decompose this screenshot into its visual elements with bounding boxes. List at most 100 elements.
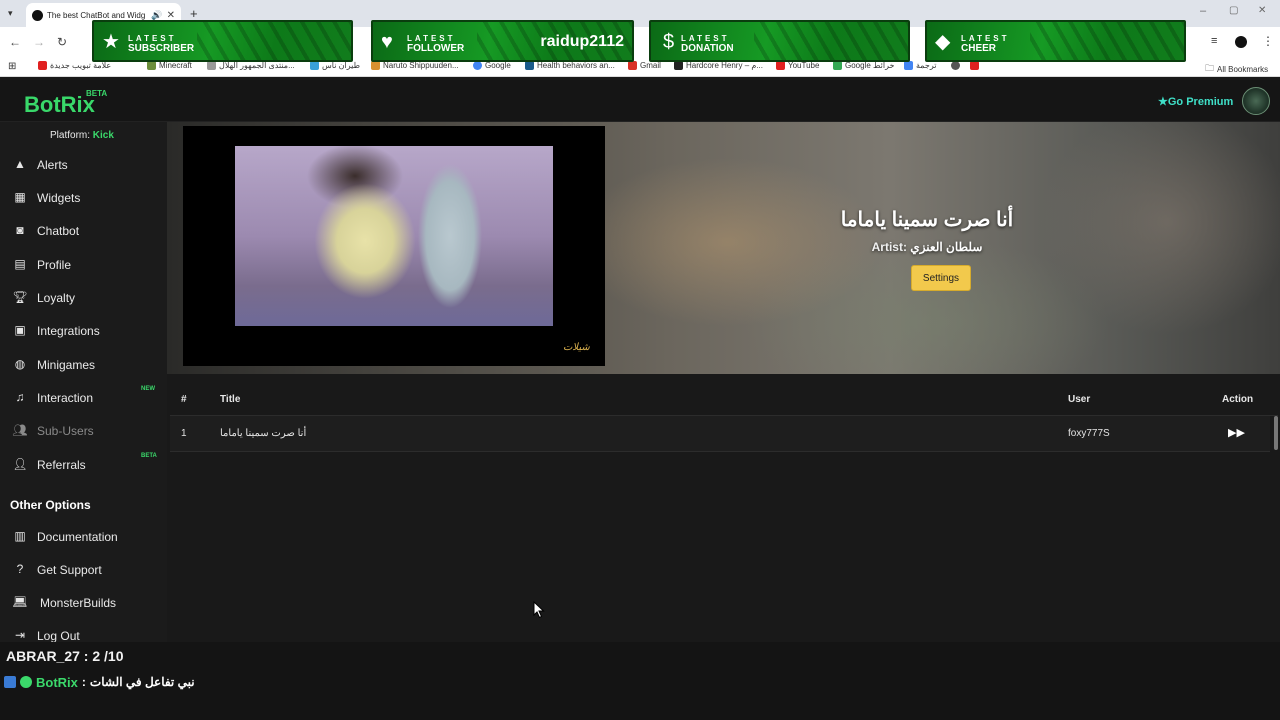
sidebar-item-label: Log Out [37, 629, 80, 643]
sidebar-item-label: Loyalty [37, 291, 76, 305]
youtube-icon[interactable] [970, 61, 979, 70]
video-watermark-logo: شيلات [563, 342, 590, 353]
sidebar-item-label: Widgets [37, 191, 81, 205]
alert-type: FOLLOWER [407, 43, 465, 54]
maximize-icon[interactable]: ▢ [1229, 5, 1238, 16]
integrations-icon: ▣ [14, 323, 26, 337]
latest-donation-alert: $ LATEST DONATION [649, 20, 910, 62]
other-options-heading: Other Options [10, 498, 91, 512]
alert-kicker: LATEST [128, 34, 177, 43]
row-number: 1 [181, 428, 187, 439]
bookmark-item[interactable]: طيران ناس [310, 61, 360, 70]
bookmark-item[interactable]: Google [473, 61, 511, 70]
column-header-title[interactable]: Title [220, 394, 240, 405]
table-row: 1 أنا صرت سمينا ياماما foxy777S ▶▶ [170, 416, 1270, 452]
sidebar-item-minigames[interactable]: ◍ Minigames [0, 349, 167, 379]
song-title: أنا صرت سمينا ياماما [840, 209, 1014, 231]
sidebar-item-documentation[interactable]: ▥ Documentation [0, 521, 167, 551]
bookmark-item[interactable]: Naruto Shippuuden... [371, 61, 459, 70]
chat-counter: ABRAR_27 : 2 /10 [6, 648, 124, 664]
alert-kicker: LATEST [681, 34, 730, 43]
verified-icon [20, 676, 32, 688]
sidebar-item-label: Profile [37, 258, 72, 272]
music-icon: ♫ [15, 390, 25, 404]
bookmark-item[interactable]: ترجمة [904, 61, 937, 70]
bookmark-item[interactable]: Health behaviors an... [525, 61, 615, 70]
audio-icon[interactable]: 🔊 [151, 10, 162, 21]
row-user: foxy777S [1068, 428, 1110, 439]
menu-icon[interactable]: ⋮ [1262, 34, 1274, 48]
sidebar-item-chatbot[interactable]: ◙ Chatbot [0, 215, 167, 245]
kick-icon [4, 676, 16, 688]
book-icon: ▥ [14, 529, 26, 543]
sidebar-item-get-support[interactable]: ? Get Support [0, 554, 167, 584]
close-tab-icon[interactable]: ✕ [167, 10, 175, 21]
diamond-icon: ◆ [935, 31, 951, 53]
dollar-icon: $ [663, 31, 675, 53]
sidebar-item-loyalty[interactable]: 🏆︎ Loyalty [0, 282, 167, 312]
sidebar-item-profile[interactable]: ▤ Profile [0, 249, 167, 279]
forward-icon[interactable]: → [33, 35, 45, 49]
apps-icon[interactable]: ⊞ [8, 61, 16, 72]
latest-cheer-alert: ◆ LATEST CHEER [925, 20, 1186, 62]
alert-type: SUBSCRIBER [128, 43, 195, 54]
column-header-user[interactable]: User [1068, 394, 1090, 405]
sidebar-item-label: Get Support [37, 563, 102, 577]
sidebar-item-alerts[interactable]: ▲ Alerts [0, 149, 167, 179]
media-controls-icon[interactable]: ≡ [1211, 35, 1217, 47]
video-frame [235, 146, 553, 326]
skip-forward-icon[interactable]: ▶▶ [1228, 426, 1245, 439]
sidebar-item-monsterbuilds[interactable]: 💻︎ MonsterBuilds [0, 587, 167, 617]
now-playing-hero: شيلات أنا صرت سمينا ياماما Artist: سلطان… [167, 122, 1280, 374]
sidebar-item-widgets[interactable]: ▦ Widgets [0, 182, 167, 212]
logo-beta-badge: BETA [86, 89, 108, 98]
laptop-icon: 💻︎ [12, 595, 28, 609]
globe-icon[interactable] [951, 61, 960, 70]
sidebar-item-label: Interaction [37, 391, 94, 405]
back-icon[interactable]: ← [9, 35, 21, 49]
minimize-icon[interactable]: – [1200, 5, 1206, 17]
alert-type: DONATION [681, 43, 734, 54]
scrollbar[interactable] [1274, 416, 1278, 450]
referrals-icon: 👤︎ [12, 457, 28, 471]
bookmark-item[interactable]: منتدى الجمهور الهلال... [207, 61, 295, 70]
sidebar-item-interaction[interactable]: ♫ Interaction NEW [0, 382, 167, 412]
tab-search-icon[interactable]: ▾ [8, 8, 13, 19]
go-premium-link[interactable]: ★Go Premium [1158, 95, 1233, 108]
question-icon: ? [16, 562, 24, 576]
profile-icon[interactable] [1235, 36, 1247, 48]
reload-icon[interactable]: ↻ [57, 35, 67, 49]
avatar[interactable] [1242, 87, 1270, 115]
star-icon: ★ [102, 31, 120, 53]
logout-icon: ⇥ [14, 628, 26, 642]
sidebar-item-label: Chatbot [37, 224, 80, 238]
column-header-action: Action [1222, 394, 1254, 405]
chat-overlay: ABRAR_27 : 2 /10 BotRix : نبي تفاعل في ا… [0, 642, 1280, 720]
artist-label: Artist: [871, 240, 907, 254]
close-window-icon[interactable]: ✕ [1258, 5, 1266, 16]
trophy-icon: 🏆︎ [12, 290, 28, 304]
users-icon: 👥︎ [12, 423, 28, 437]
new-tab-icon[interactable]: + [190, 6, 198, 21]
alert-kicker: LATEST [961, 34, 1010, 43]
sidebar-item-sub-users[interactable]: 👥︎ Sub-Users [0, 415, 167, 445]
sidebar-item-integrations[interactable]: ▣ Integrations [0, 315, 167, 345]
bookmark-item[interactable]: علامة تبويب جديدة [38, 61, 111, 70]
bookmark-item[interactable]: YouTube [776, 61, 819, 70]
new-badge: NEW [141, 386, 155, 392]
bookmark-item[interactable]: Hardcore Henry – م... [674, 61, 763, 70]
settings-button[interactable]: Settings [911, 265, 971, 291]
sidebar-item-label: Minigames [37, 358, 96, 372]
bookmark-item[interactable]: Minecraft [147, 61, 192, 70]
sidebar-item-label: Referrals [37, 458, 86, 472]
bookmark-item[interactable]: Google خرائط [833, 61, 894, 70]
video-player[interactable]: شيلات [183, 126, 605, 366]
sidebar-item-referrals[interactable]: 👤︎ Referrals BETA [0, 449, 167, 479]
warning-icon: ▲ [14, 157, 26, 171]
chat-text: نبي تفاعل في الشات [89, 675, 195, 689]
bookmark-item[interactable]: Gmail [628, 61, 661, 70]
latest-follower-alert: ♥ LATEST FOLLOWER raidup2112 [371, 20, 634, 62]
alert-value: raidup2112 [540, 33, 624, 50]
botrix-logo[interactable]: BotRix [24, 92, 95, 118]
all-bookmarks[interactable]: 🗀 All Bookmarks [1205, 61, 1268, 77]
